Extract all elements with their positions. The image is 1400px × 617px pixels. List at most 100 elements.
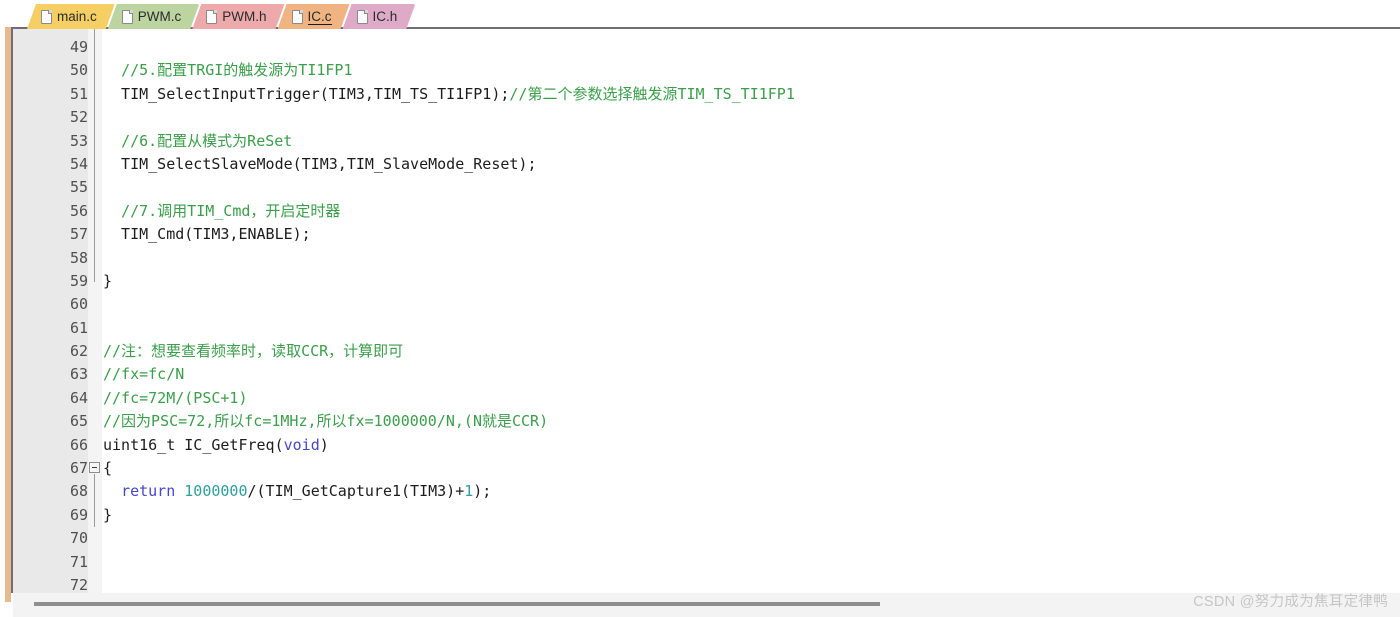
line-number: 71 [69,552,88,571]
scrollbar-accent-stub [5,593,11,602]
line-number: 67 [69,459,88,478]
code-token-plain: } [103,271,113,290]
editor-tab-label: IC.h [372,9,398,24]
code-token-plain: { [103,459,113,478]
code-token-comment: //5.配置TRGI的触发源为TI1FP1 [121,61,353,80]
line-number: 64 [69,388,88,407]
code-line: } [103,504,795,527]
line-number-list: 49 50 51 52 53 54 55 56 57 58 59 60 61 62 63 64 65 66 67 68… [13,36,88,597]
editor-tab-label: main.c [57,9,97,24]
code-line: //注：想要查看频率时，读取CCR，计算即可 [103,340,795,363]
code-token-plain: TIM_Cmd(TIM3,ENABLE); [103,225,311,244]
document-icon [292,10,303,24]
code-line: //7.调用TIM_Cmd，开启定时器 [103,200,795,223]
fold-guide-line [94,29,95,282]
code-line: TIM_SelectInputTrigger(TIM3,TIM_TS_TI1FP… [103,83,795,106]
code-token-comment: //7.调用TIM_Cmd，开启定时器 [121,201,341,220]
code-token-plain: TIM_SelectInputTrigger(TIM3,TIM_TS_TI1FP… [103,84,510,103]
line-number: 58 [69,248,88,267]
code-line: //6.配置从模式为ReSet [103,130,795,153]
editor-tab-label: IC.c [307,8,332,24]
code-token-plain: } [103,505,113,524]
code-token-kw: void [283,435,320,454]
code-token-comment: //第二个参数选择触发源TIM_TS_TI1FP1 [509,84,795,103]
code-line: //fc=72M/(PSC+1) [103,387,795,410]
editor-tab-ic-h[interactable]: IC.h [343,4,416,29]
line-number: 55 [69,178,88,197]
editor-frame: 49 50 51 52 53 54 55 56 57 58 59 60 61 62 63 64 65 66 67 68… [0,27,1400,594]
line-number: 59 [69,271,88,290]
line-number: 51 [69,84,88,103]
line-number: 70 [69,529,88,548]
line-number: 66 [69,435,88,454]
code-text-area[interactable]: //5.配置TRGI的触发源为TI1FP1 TIM_SelectInputTri… [103,29,1398,593]
code-folding-column[interactable] [88,29,102,593]
csdn-watermark: CSDN @努力成为焦耳定律鸭 [1193,594,1388,610]
code-token-num: 1 [464,482,474,501]
code-line: TIM_Cmd(TIM3,ENABLE); [103,223,795,246]
horizontal-scrollbar-thumb[interactable] [33,602,880,606]
code-line: return 1000000/(TIM_GetCapture1(TIM3)+1)… [103,480,795,503]
line-number: 56 [69,201,88,220]
editor-tab-strip: main.c PWM.c PWM.h IC.c IC.h [0,0,1400,29]
code-line: //fx=fc/N [103,363,795,386]
line-number: 52 [69,108,88,127]
line-number: 49 [69,38,88,56]
line-number: 63 [69,365,88,384]
document-icon [357,10,368,24]
fold-collapse-icon[interactable] [89,462,100,474]
line-number: 60 [69,295,88,314]
line-number: 61 [69,318,88,337]
editor-tab-label: PWM.h [222,9,267,24]
code-token-comment: //fx=fc/N [103,365,185,384]
code-line: } [103,270,795,293]
code-token-comment: //6.配置从模式为ReSet [121,131,293,150]
code-token-kw: return [121,482,176,501]
editor-tab-label: PWM.c [137,9,182,24]
code-line: //5.配置TRGI的触发源为TI1FP1 [103,59,795,82]
code-token-plain: TIM_SelectSlaveMode(TIM3,TIM_SlaveMode_R… [103,154,537,173]
code-token-comment: //因为PSC=72,所以fc=1MHz,所以fx=1000000/N,(N就是… [103,412,549,431]
code-token-plain: uint16_t IC_GetFreq( [103,435,284,454]
code-token-num: 1000000 [184,482,248,501]
document-icon [41,10,52,24]
code-line: //因为PSC=72,所以fc=1MHz,所以fx=1000000/N,(N就是… [103,410,795,433]
line-number: 69 [69,505,88,524]
code-lines: //5.配置TRGI的触发源为TI1FP1 TIM_SelectInputTri… [103,36,795,593]
code-line: uint16_t IC_GetFreq(void) [103,434,795,457]
code-token-comment: //注：想要查看频率时，读取CCR，计算即可 [103,342,404,361]
fold-guide-line [94,474,95,527]
editor-tab-ic-c[interactable]: IC.c [278,4,350,29]
document-icon [122,10,133,24]
editor-tab-pwm-h[interactable]: PWM.h [192,4,284,29]
document-icon [206,10,217,24]
code-token-comment: //fc=72M/(PSC+1) [103,388,248,407]
line-number: 62 [69,342,88,361]
code-token-plain: ); [473,482,492,501]
code-token-plain: ) [319,435,329,454]
line-number: 68 [69,482,88,501]
line-number: 57 [69,225,88,244]
line-number: 65 [69,412,88,431]
line-number: 54 [69,154,88,173]
editor-tab-pwm-c[interactable]: PWM.c [108,4,200,29]
horizontal-scrollbar[interactable] [13,593,1400,617]
code-line: { [103,457,795,480]
code-line: TIM_SelectSlaveMode(TIM3,TIM_SlaveMode_R… [103,153,795,176]
editor-tab-main-c[interactable]: main.c [27,4,115,29]
code-editor-window: main.c PWM.c PWM.h IC.c IC.h 49 50 51 52 53 54 55 5… [0,0,1400,617]
